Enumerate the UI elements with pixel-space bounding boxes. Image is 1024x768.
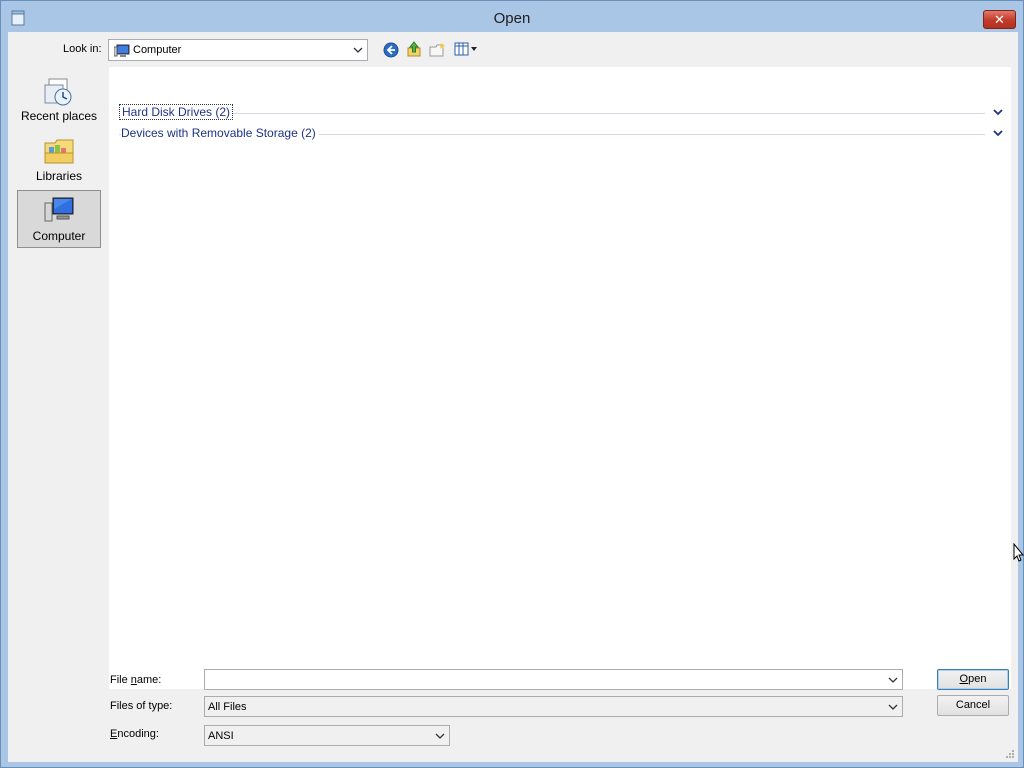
window-title: Open [493,10,531,27]
resize-grip-icon[interactable] [1005,749,1015,759]
group-header-label: Hard Disk Drives (2) [119,104,234,120]
chevron-down-icon[interactable] [887,673,899,687]
resize-cursor-icon [1013,543,1024,562]
group-divider [119,113,985,114]
file-name-label: File name: [110,674,162,686]
computer-small-icon [114,44,130,57]
place-label: Recent places [20,109,98,123]
files-of-type-value: All Files [208,701,247,713]
views-menu-icon[interactable] [454,42,480,56]
chevron-down-icon[interactable] [993,128,1003,138]
new-folder-icon[interactable] [429,42,447,58]
look-in-label: Look in: [63,43,102,55]
title-bar[interactable]: Open ✕ [1,1,1023,32]
place-label: Computer [32,229,86,243]
chevron-down-icon [435,733,445,739]
encoding-value: ANSI [208,730,234,742]
close-button[interactable]: ✕ [983,10,1016,29]
chevron-down-icon [888,704,898,710]
place-libraries[interactable]: Libraries [17,131,101,189]
place-recent-places[interactable]: Recent places [17,71,101,129]
open-button[interactable]: Open [937,669,1009,690]
chevron-down-icon[interactable] [993,107,1003,117]
back-icon[interactable] [383,42,399,58]
libraries-icon [44,139,74,164]
files-of-type-label: Files of type: [110,700,173,712]
dialog-client-area: Look in: Computer Recent places Librarie… [8,32,1018,762]
chevron-down-icon [353,47,363,53]
group-header-label: Devices with Removable Storage (2) [121,126,319,140]
places-bar: Recent places Libraries Computer [13,68,103,688]
recent-places-icon [44,78,72,106]
file-list-view[interactable]: Hard Disk Drives (2) Devices with Remova… [109,67,1011,689]
group-hard-disk-drives[interactable]: Hard Disk Drives (2) [119,104,1005,122]
up-folder-icon[interactable] [406,40,422,58]
look-in-dropdown[interactable]: Computer [108,39,368,61]
look-in-value: Computer [133,44,182,56]
open-dialog: Open ✕ Look in: Computer Recent places L… [0,0,1024,768]
place-computer[interactable]: Computer [17,190,101,248]
files-of-type-dropdown[interactable]: All Files [204,696,903,717]
file-name-field[interactable] [204,669,903,690]
cancel-button[interactable]: Cancel [937,695,1009,716]
place-label: Libraries [35,169,83,183]
group-removable-storage[interactable]: Devices with Removable Storage (2) [119,125,1005,143]
computer-icon [44,197,74,222]
encoding-label: Encoding: [110,728,159,740]
encoding-dropdown[interactable]: ANSI [204,725,450,746]
